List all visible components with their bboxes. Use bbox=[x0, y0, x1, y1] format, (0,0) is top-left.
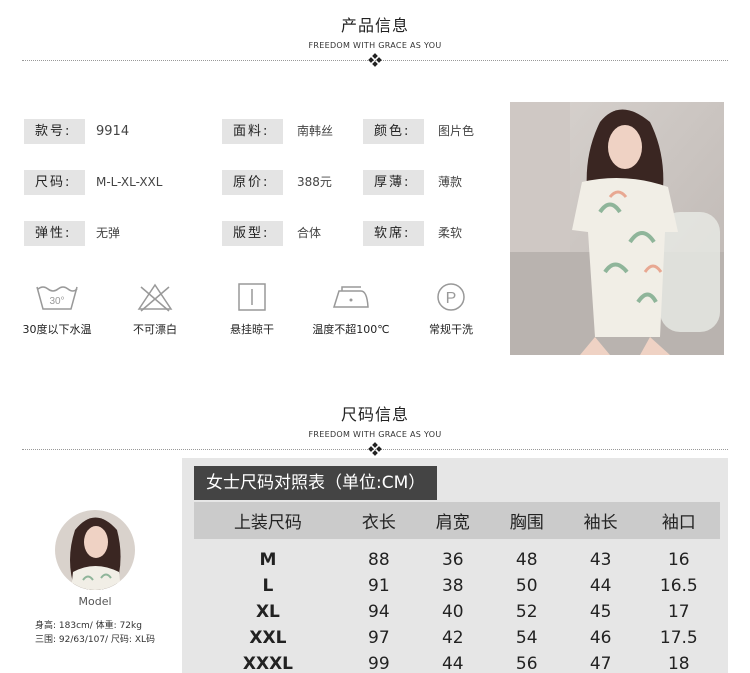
diamond-ornament-icon bbox=[368, 442, 382, 456]
attr-label: 软席: bbox=[363, 221, 424, 246]
attr-value: 薄款 bbox=[438, 175, 463, 189]
attr-value: 柔软 bbox=[438, 226, 463, 240]
size-value-cell: 46 bbox=[589, 628, 612, 648]
size-label-cell: XL bbox=[255, 602, 280, 622]
size-chart-header-row: 上装尺码 衣长 肩宽 胸围 袖长 袖口 bbox=[194, 502, 720, 539]
size-value-cell: 52 bbox=[515, 602, 538, 622]
product-info-title: 产品信息 bbox=[340, 16, 409, 35]
size-value-cell: 94 bbox=[368, 602, 390, 622]
size-info-subtitle: FREEDOM WITH GRACE AS YOU bbox=[308, 430, 442, 439]
iron-icon bbox=[332, 286, 369, 308]
attr-label: 面料: bbox=[222, 119, 283, 144]
attr-label: 版型: bbox=[222, 221, 283, 246]
size-value-cell: 97 bbox=[368, 628, 390, 648]
care-label: 不可漂白 bbox=[133, 323, 177, 336]
attr-value: 无弹 bbox=[96, 226, 121, 240]
care-label: 温度不超100℃ bbox=[312, 323, 390, 336]
size-col-header: 肩宽 bbox=[415, 502, 490, 539]
attr-label: 弹性: bbox=[24, 221, 85, 246]
size-row: L 91 38 50 44 16.5 bbox=[194, 573, 720, 599]
wash-30-icon: 30° bbox=[36, 286, 78, 310]
product-info-heading: 产品信息 FREEDOM WITH GRACE AS YOU bbox=[0, 12, 750, 50]
attr-label: 厚薄: bbox=[363, 170, 424, 195]
attr-value: M-L-XL-XXL bbox=[96, 175, 163, 189]
size-row: XXXL 99 44 56 47 18 bbox=[194, 651, 720, 673]
size-value-cell: 44 bbox=[589, 576, 612, 596]
attr-value: 合体 bbox=[297, 226, 322, 240]
size-chart-panel: 女士尺码对照表（单位:CM） 上装尺码 衣长 肩宽 胸围 袖长 袖口 M 88 36… bbox=[182, 458, 728, 673]
care-label: 常规干洗 bbox=[429, 323, 473, 336]
care-wash-30: 30° 30度以下水温 bbox=[7, 281, 107, 337]
no-bleach-icon bbox=[137, 283, 173, 312]
svg-text:P: P bbox=[446, 290, 457, 307]
size-value-cell: 42 bbox=[441, 628, 464, 648]
model-avatar bbox=[55, 510, 135, 590]
dry-clean-icon: P bbox=[437, 283, 465, 311]
size-value-cell: 43 bbox=[589, 550, 612, 570]
size-value-cell: 47 bbox=[589, 654, 612, 673]
product-info-subtitle: FREEDOM WITH GRACE AS YOU bbox=[308, 41, 442, 50]
product-photo bbox=[510, 102, 724, 355]
size-value-cell: 17.5 bbox=[659, 628, 698, 648]
model-name: Model bbox=[78, 595, 112, 608]
size-value-cell: 40 bbox=[441, 602, 464, 622]
size-col-header: 袖口 bbox=[637, 502, 720, 539]
care-iron: 温度不超100℃ bbox=[301, 281, 401, 337]
size-value-cell: 45 bbox=[589, 602, 612, 622]
size-row: M 88 36 48 43 16 bbox=[194, 539, 720, 573]
attr-label: 款号: bbox=[24, 119, 85, 144]
attr-value: 图片色 bbox=[438, 124, 475, 138]
attr-label: 尺码: bbox=[24, 170, 85, 195]
care-label: 悬挂晾干 bbox=[230, 323, 274, 336]
size-chart-table: 上装尺码 衣长 肩宽 胸围 袖长 袖口 M 88 36 48 43 16 L 91 38 50 44… bbox=[194, 502, 720, 673]
attr-value: 南韩丝 bbox=[297, 124, 334, 138]
size-value-cell: 54 bbox=[515, 628, 538, 648]
size-value-cell: 50 bbox=[515, 576, 538, 596]
diamond-ornament-icon bbox=[368, 53, 382, 67]
size-value-cell: 44 bbox=[441, 654, 464, 673]
size-value-cell: 36 bbox=[441, 550, 464, 570]
size-info-title: 尺码信息 bbox=[340, 405, 409, 424]
model-stats-1: 身高: 183cm/ 体重: 72kg bbox=[35, 621, 142, 631]
svg-text:30°: 30° bbox=[49, 296, 64, 307]
model-stats-2: 三围: 92/63/107/ 尺码: XL码 bbox=[35, 635, 156, 645]
size-col-header: 衣长 bbox=[341, 502, 416, 539]
size-value-cell: 16 bbox=[667, 550, 690, 570]
size-label-cell: XXL bbox=[249, 628, 287, 648]
size-value-cell: 17 bbox=[667, 602, 690, 622]
size-row: XXL 97 42 54 46 17.5 bbox=[194, 625, 720, 651]
attr-label: 颜色: bbox=[363, 119, 424, 144]
care-dry-clean: P 常规干洗 bbox=[401, 281, 501, 337]
care-no-bleach: 不可漂白 bbox=[105, 281, 205, 337]
size-info-heading: 尺码信息 FREEDOM WITH GRACE AS YOU bbox=[0, 401, 750, 439]
size-label-cell: M bbox=[259, 550, 277, 570]
attr-value: 9914 bbox=[96, 124, 130, 139]
hang-dry-icon bbox=[238, 283, 266, 311]
size-chart-title: 女士尺码对照表（单位:CM） bbox=[194, 466, 438, 500]
size-label-cell: L bbox=[262, 576, 274, 596]
size-value-cell: 16.5 bbox=[659, 576, 698, 596]
size-value-cell: 56 bbox=[515, 654, 538, 673]
care-label: 30度以下水温 bbox=[22, 323, 92, 336]
size-value-cell: 88 bbox=[368, 550, 390, 570]
size-value-cell: 18 bbox=[667, 654, 690, 673]
size-col-header: 胸围 bbox=[489, 502, 564, 539]
attr-label: 原价: bbox=[222, 170, 283, 195]
size-col-header: 上装尺码 bbox=[194, 502, 342, 539]
attr-value: 388元 bbox=[297, 175, 332, 189]
size-value-cell: 48 bbox=[515, 550, 538, 570]
size-value-cell: 38 bbox=[441, 576, 464, 596]
size-label-cell: XXXL bbox=[242, 654, 294, 673]
size-row: XL 94 40 52 45 17 bbox=[194, 599, 720, 625]
size-col-header: 袖长 bbox=[563, 502, 638, 539]
size-value-cell: 99 bbox=[368, 654, 390, 673]
care-hang-dry: 悬挂晾干 bbox=[202, 281, 302, 337]
size-value-cell: 91 bbox=[368, 576, 390, 596]
